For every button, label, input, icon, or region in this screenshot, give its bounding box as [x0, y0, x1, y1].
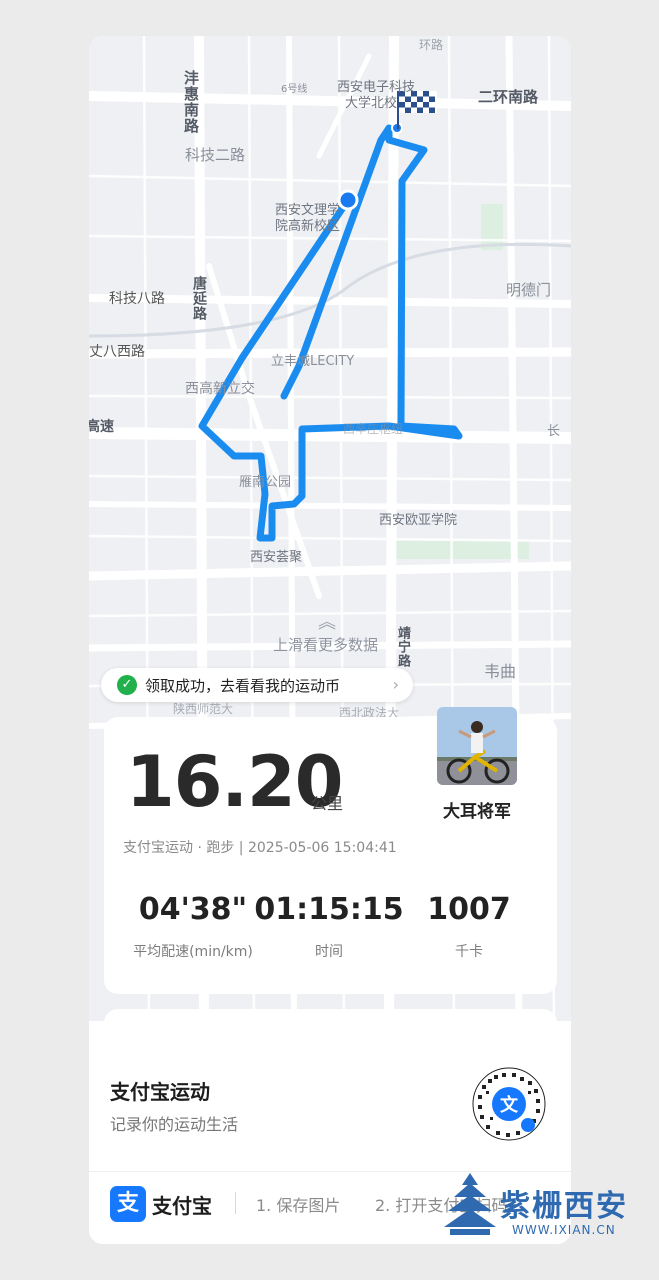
- watermark-url: WWW.IXIAN.CN: [512, 1223, 616, 1237]
- check-icon: ✓: [117, 675, 137, 695]
- finish-flag-icon: [391, 91, 437, 134]
- map-label: 院高新校区: [275, 219, 341, 234]
- swipe-hint: 上滑看更多数据: [273, 636, 379, 654]
- distance-value: 16.20: [126, 741, 343, 823]
- distance-unit: 公里: [311, 794, 344, 813]
- map-label: 西安荟聚: [250, 550, 303, 565]
- pagoda-logo-icon: [444, 1173, 496, 1235]
- toast-text: 领取成功，去看看我的运动币: [145, 676, 341, 695]
- map-label: 雁南公园: [239, 475, 292, 490]
- map-label: 明德门: [506, 281, 552, 299]
- swipe-up-icon: ︽: [318, 612, 336, 633]
- alipay-logo-text: 支付宝: [152, 1194, 212, 1218]
- calories-label: 千卡: [455, 944, 483, 960]
- map-label: 大学北校: [345, 96, 398, 111]
- share-card: 沣惠南路 科技二路 西安电子科技 大学北校 二环南路 西安文理学 院高新校区 明…: [89, 36, 571, 1244]
- qr-code[interactable]: 文: [472, 1067, 546, 1141]
- brand-subtitle: 记录你的运动生活: [110, 1115, 239, 1134]
- alipay-logo-icon: 支: [110, 1186, 146, 1222]
- divider: [235, 1192, 236, 1214]
- map-label: 韦曲: [484, 662, 517, 681]
- map-label: 陕西师范大: [173, 702, 234, 716]
- brand-title: 支付宝运动: [110, 1080, 210, 1104]
- svg-text:文: 文: [500, 1094, 519, 1116]
- username: 大耳将军: [443, 802, 511, 822]
- time-label: 时间: [315, 944, 343, 960]
- chevron-right-icon: ›: [392, 675, 399, 694]
- map-label: 靖宁路: [395, 626, 410, 668]
- route-map[interactable]: 沣惠南路 科技二路 西安电子科技 大学北校 二环南路 西安文理学 院高新校区 明…: [89, 36, 571, 1039]
- map-label: 沣惠南路: [182, 70, 200, 134]
- map-label: 科技二路: [185, 146, 246, 164]
- map-label: 6号线: [281, 84, 308, 95]
- pace-value: 04'38": [138, 892, 248, 927]
- avatar[interactable]: [437, 707, 517, 785]
- map-label: 长: [547, 424, 561, 439]
- watermark-text: 紫栅西安: [500, 1189, 628, 1224]
- time-value: 01:15:15: [254, 892, 404, 927]
- map-label: 唐延路: [191, 276, 207, 321]
- map-label: 丈八西路: [89, 344, 145, 360]
- map-label: 立丰城LECITY: [271, 354, 355, 369]
- start-point-icon: [337, 189, 359, 211]
- map-label: 西高新立交: [185, 381, 255, 397]
- pace-label: 平均配速(min/km): [133, 944, 253, 960]
- map-label: 西安欧亚学院: [379, 513, 458, 528]
- coin-toast[interactable]: ✓ 领取成功，去看看我的运动币 ›: [101, 668, 413, 702]
- workout-meta: 支付宝运动 · 跑步 | 2025-05-06 15:04:41: [123, 840, 397, 856]
- map-label: 西辛庄枢纽: [343, 422, 404, 436]
- map-label: 高速: [89, 419, 114, 435]
- map-label: 二环南路: [478, 88, 539, 106]
- workout-stats-card: 16.20 公里 大耳将军 支付宝运动 · 跑步 | 2025-05-06 15…: [104, 707, 557, 994]
- calories-value: 1007: [427, 892, 511, 927]
- step-save-image: 1. 保存图片: [256, 1196, 341, 1215]
- map-label: 科技八路: [109, 291, 165, 307]
- watermark: 紫栅西安 WWW.IXIAN.CN: [442, 1171, 642, 1243]
- map-label: 环路: [419, 38, 444, 52]
